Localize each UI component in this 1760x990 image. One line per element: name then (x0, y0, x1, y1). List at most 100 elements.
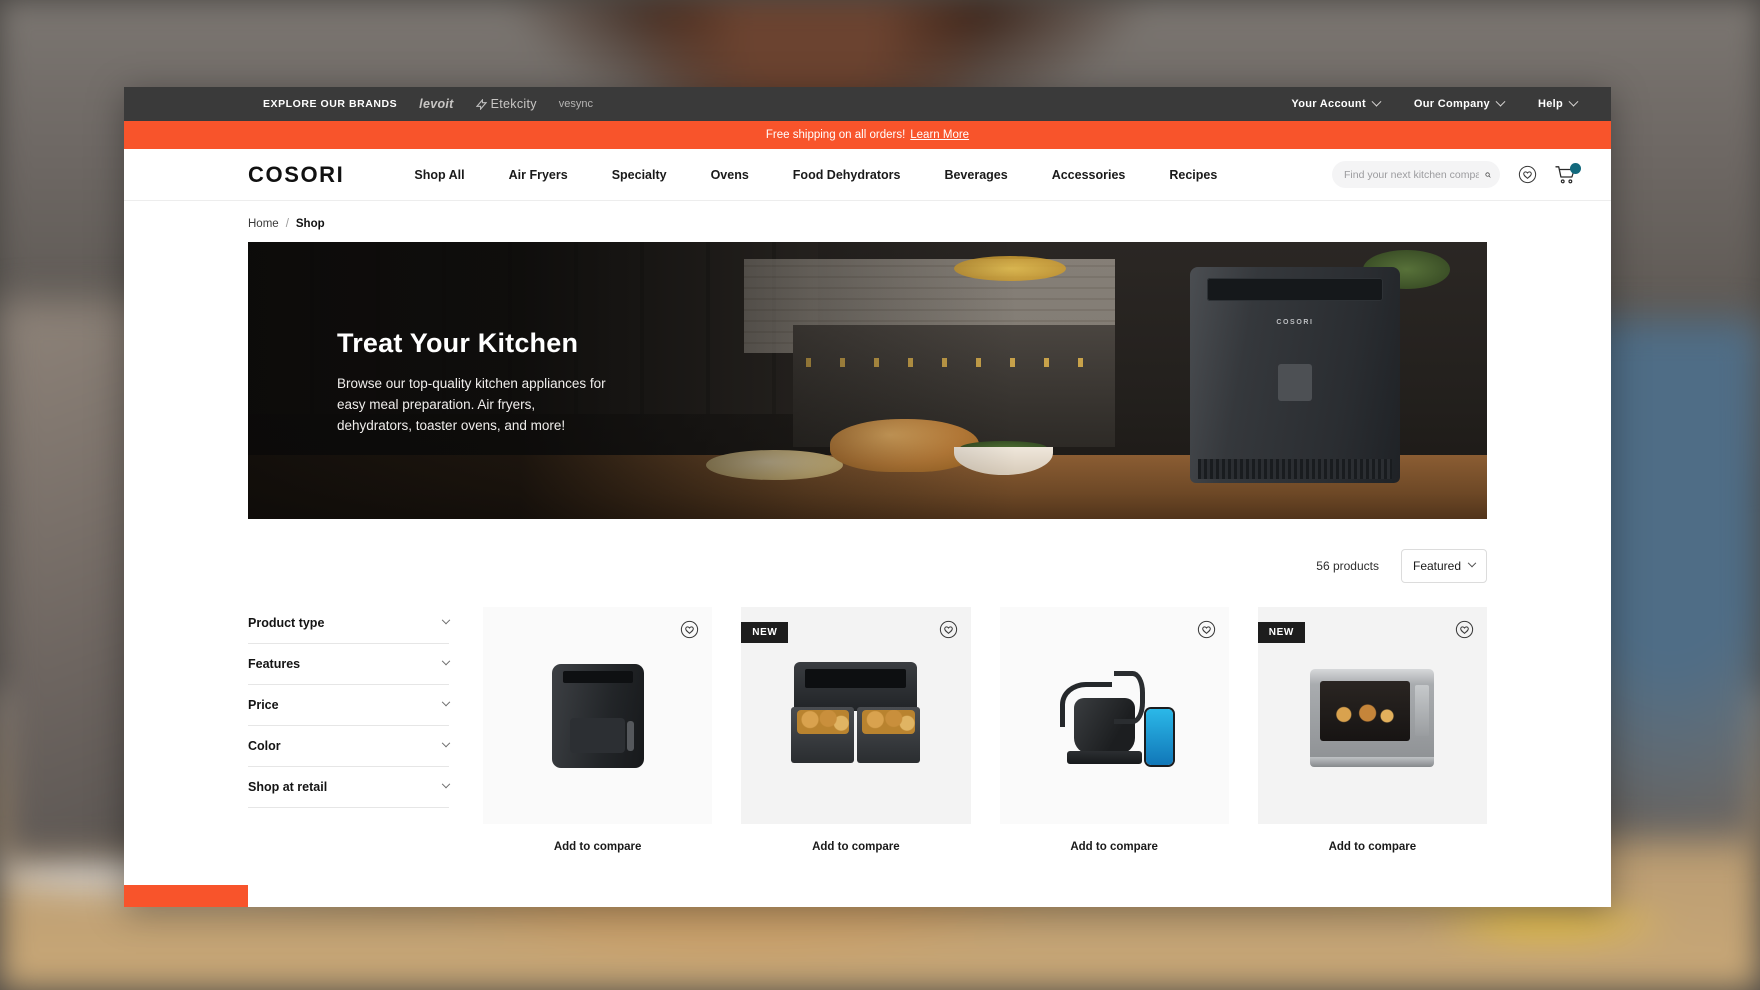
page-window: EXPLORE OUR BRANDS levoit Etekcity vesyn… (124, 87, 1611, 907)
nav-links: Shop All Air Fryers Specialty Ovens Food… (392, 168, 1239, 182)
heart-circle-icon (1197, 620, 1215, 639)
main-navigation: COSORI Shop All Air Fryers Specialty Ove… (124, 149, 1611, 201)
filter-price[interactable]: Price (248, 685, 451, 726)
product-card[interactable]: NEW Add to compare (1257, 607, 1487, 855)
chevron-down-icon (441, 615, 451, 625)
utility-menu-your-account-label: Your Account (1291, 98, 1366, 110)
filter-color[interactable]: Color (248, 726, 451, 767)
heart-circle-icon (681, 620, 699, 639)
breadcrumb-home[interactable]: Home (248, 218, 279, 230)
utility-menu-our-company[interactable]: Our Company (1413, 96, 1506, 110)
heart-circle-icon (1518, 165, 1537, 184)
nav-link-beverages[interactable]: Beverages (922, 168, 1029, 182)
results-toolbar: 56 products Featured (248, 519, 1487, 607)
product-card[interactable]: Add to compare (999, 607, 1229, 855)
cart-button[interactable] (1555, 162, 1581, 185)
page-content: Home / Shop COSORI (124, 201, 1611, 855)
utility-menus: Your Account Our Company Help (1291, 96, 1579, 110)
site-logo[interactable]: COSORI (248, 162, 344, 188)
utility-menu-your-account[interactable]: Your Account (1291, 96, 1382, 110)
chevron-down-icon (441, 779, 451, 789)
chevron-down-icon (441, 738, 451, 748)
chevron-down-icon (1568, 96, 1579, 107)
search-icon[interactable] (1485, 168, 1491, 182)
add-to-compare-button[interactable]: Add to compare (1070, 841, 1158, 853)
filter-shop-at-retail-label: Shop at retail (248, 780, 328, 794)
wishlist-button[interactable] (1518, 165, 1537, 184)
product-image: NEW (1257, 607, 1487, 824)
search-input[interactable] (1344, 168, 1479, 181)
chevron-down-icon (441, 697, 451, 707)
nav-link-air-fryers[interactable]: Air Fryers (487, 168, 590, 182)
breadcrumb-separator: / (285, 218, 289, 230)
product-image-dual-basket-fryer (786, 661, 926, 770)
add-to-compare-button[interactable]: Add to compare (1329, 841, 1417, 853)
product-badge-new: NEW (741, 622, 789, 643)
filter-product-type[interactable]: Product type (248, 607, 451, 644)
product-count: 56 products (1316, 559, 1379, 573)
sort-select[interactable]: Featured (1401, 549, 1487, 583)
utility-menu-our-company-label: Our Company (1413, 98, 1490, 110)
search-box[interactable] (1332, 161, 1500, 188)
promo-banner: Free shipping on all orders! Learn More (124, 121, 1611, 149)
filter-features-label: Features (248, 657, 301, 671)
chevron-down-icon (1467, 558, 1477, 568)
utility-menu-help-label: Help (1537, 98, 1563, 110)
product-image: NEW (741, 607, 971, 824)
product-image-electric-kettle (1055, 660, 1174, 772)
nav-link-food-dehydrators[interactable]: Food Dehydrators (771, 168, 923, 182)
filter-price-label: Price (248, 698, 279, 712)
filter-shop-at-retail[interactable]: Shop at retail (248, 767, 451, 808)
heart-circle-icon (939, 620, 957, 639)
product-wishlist-button[interactable] (939, 620, 958, 639)
product-image (999, 607, 1229, 824)
filter-features[interactable]: Features (248, 644, 451, 685)
product-card[interactable]: NEW Add to compare (741, 607, 971, 855)
filter-color-label: Color (248, 739, 281, 753)
product-image-toaster-oven (1310, 668, 1435, 768)
nav-link-specialty[interactable]: Specialty (590, 168, 689, 182)
product-wishlist-button[interactable] (1455, 620, 1474, 639)
product-image (483, 607, 713, 824)
product-footer: Add to compare (741, 824, 970, 855)
nav-link-shop-all[interactable]: Shop All (392, 168, 486, 182)
etekcity-mark-icon (475, 98, 487, 110)
nav-link-recipes[interactable]: Recipes (1147, 168, 1239, 182)
nav-link-accessories[interactable]: Accessories (1030, 168, 1148, 182)
filter-sidebar: Product type Features Price Color Shop a… (248, 607, 451, 855)
brand-logo-vesync[interactable]: vesync (559, 98, 593, 110)
brand-list: EXPLORE OUR BRANDS levoit Etekcity vesyn… (263, 97, 593, 111)
breadcrumb-current: Shop (295, 218, 325, 230)
chevron-down-icon (1371, 96, 1382, 107)
product-wishlist-button[interactable] (680, 620, 699, 639)
hero-description: Browse our top-quality kitchen appliance… (337, 376, 606, 433)
nav-actions (1332, 161, 1581, 188)
product-wishlist-button[interactable] (1197, 620, 1216, 639)
sort-select-value: Featured (1413, 559, 1462, 573)
nav-link-ovens[interactable]: Ovens (689, 168, 771, 182)
utility-bar: EXPLORE OUR BRANDS levoit Etekcity vesyn… (124, 87, 1611, 121)
product-grid: Add to compare NEW Add to compare Add to… (483, 607, 1487, 855)
product-image-air-fryer (551, 663, 644, 768)
cart-count-badge (1570, 162, 1581, 174)
product-footer: Add to compare (1000, 824, 1229, 855)
hero-text-block: Treat Your Kitchen Browse our top-qualit… (337, 328, 609, 437)
chevron-down-icon (1495, 96, 1506, 107)
hero-banner: COSORI Treat Your Kitchen Browse our top… (248, 242, 1487, 519)
compare-floating-bar[interactable] (124, 885, 248, 907)
filter-product-type-label: Product type (248, 616, 325, 630)
add-to-compare-button[interactable]: Add to compare (554, 841, 642, 853)
promo-learn-more-link[interactable]: Learn More (910, 129, 969, 141)
utility-menu-help[interactable]: Help (1537, 96, 1579, 110)
chevron-down-icon (441, 656, 451, 666)
heart-circle-icon (1455, 620, 1474, 639)
product-card[interactable]: Add to compare (483, 607, 713, 855)
brand-logo-levoit[interactable]: levoit (419, 97, 453, 111)
brand-logo-etekcity-label: Etekcity (490, 97, 537, 111)
add-to-compare-button[interactable]: Add to compare (812, 841, 900, 853)
shop-body: Product type Features Price Color Shop a… (248, 607, 1487, 855)
product-badge-new: NEW (1257, 622, 1305, 643)
promo-text: Free shipping on all orders! (765, 129, 906, 141)
hero-title: Treat Your Kitchen (337, 328, 579, 358)
brand-logo-etekcity[interactable]: Etekcity (475, 97, 537, 111)
